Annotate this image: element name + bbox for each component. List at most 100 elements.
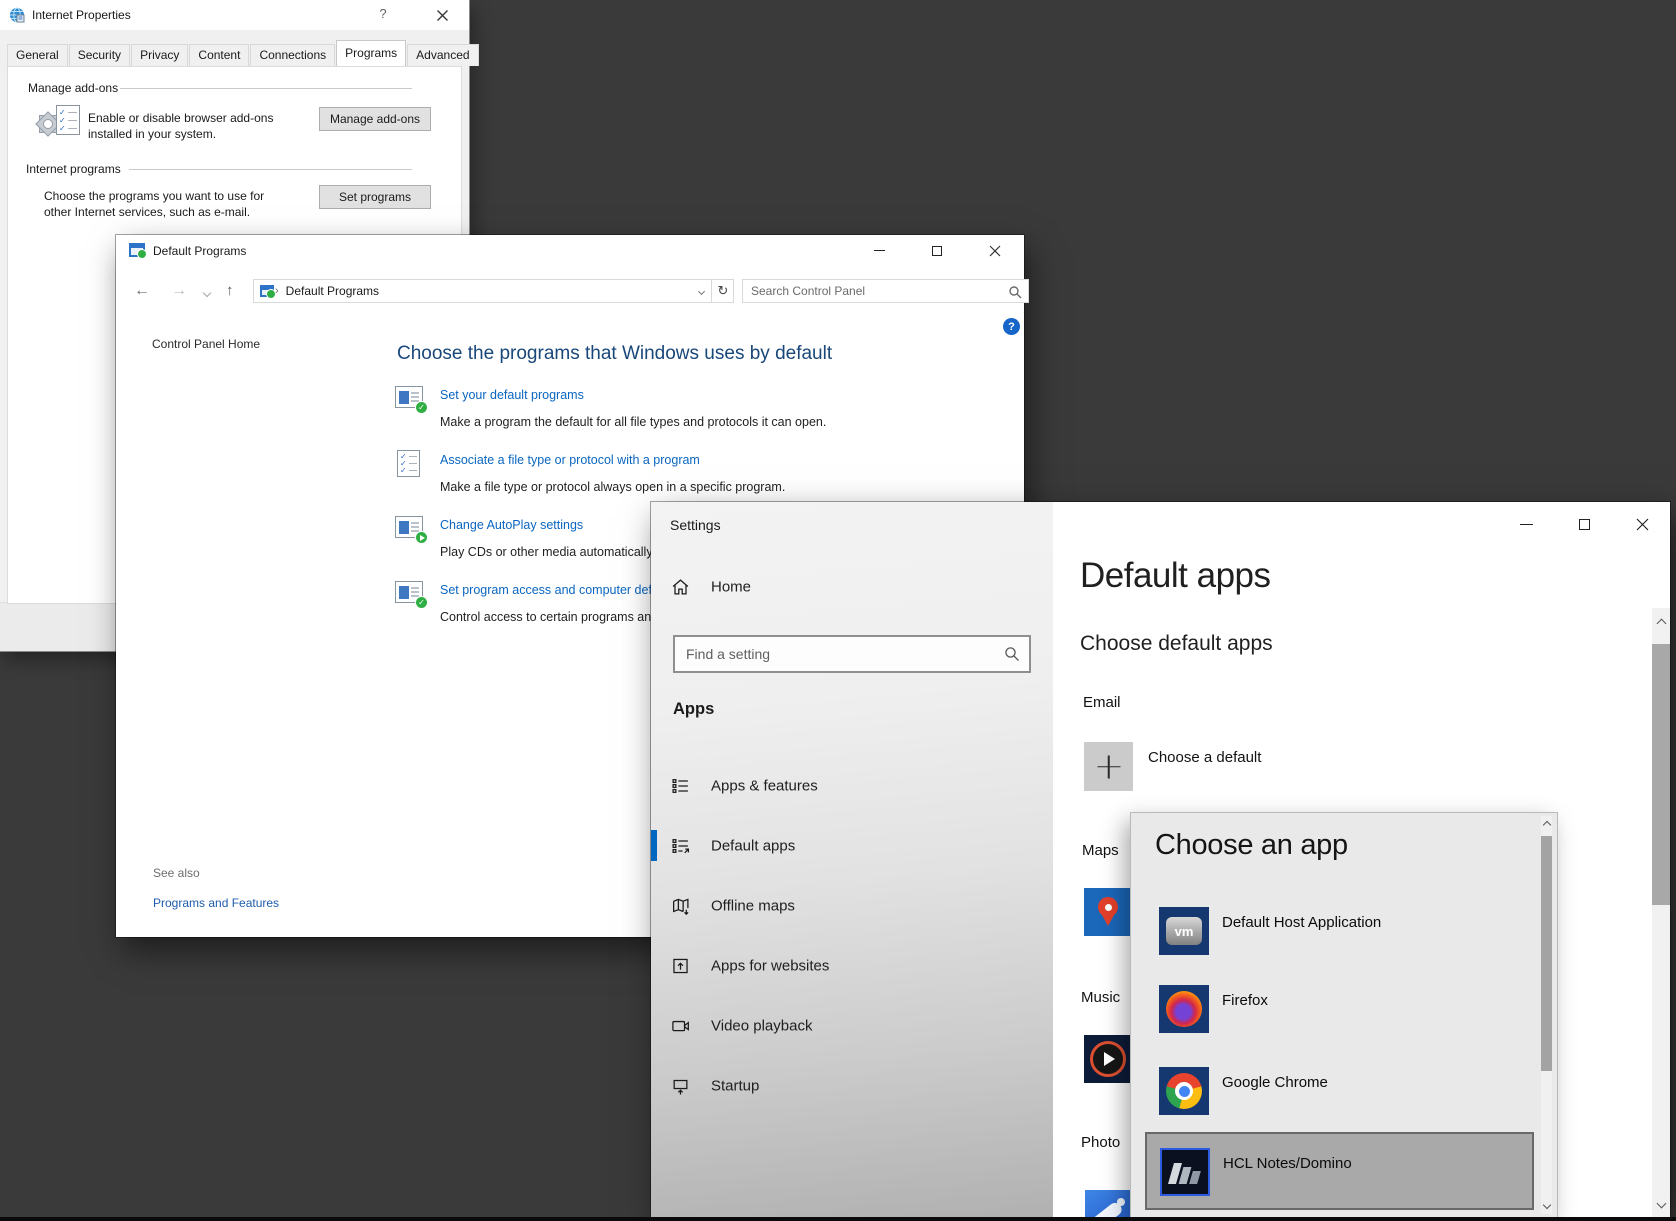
app-option-hcl-notes[interactable]: HCL Notes/Domino [1223, 1155, 1352, 1172]
associate-filetype-desc: Make a file type or protocol always open… [440, 480, 785, 494]
sidebar-item-label: Home [711, 579, 751, 596]
scroll-up-icon[interactable] [1541, 822, 1552, 828]
settings-maximize-button[interactable] [1555, 502, 1613, 546]
scroll-down-icon[interactable] [1541, 1202, 1552, 1208]
sidebar-item-label: Default apps [711, 838, 795, 855]
photos-app-tile[interactable] [1085, 1190, 1133, 1217]
choose-default-label: Choose a default [1148, 749, 1261, 766]
vm-badge: vm [1166, 917, 1202, 945]
sidebar-item-apps-features[interactable]: Apps & features [651, 766, 1053, 806]
ip-close-button[interactable] [424, 4, 460, 26]
group-divider [120, 88, 412, 89]
app-option-selected-row[interactable]: HCL Notes/Domino [1145, 1132, 1534, 1210]
dp-page-heading: Choose the programs that Windows uses by… [397, 343, 832, 365]
scrollbar-thumb[interactable] [1541, 836, 1552, 1071]
popup-scrollbar[interactable] [1541, 816, 1552, 1214]
page-subtitle: Choose default apps [1080, 632, 1273, 656]
history-chevron-icon[interactable] [204, 290, 210, 296]
app-option-google-chrome[interactable]: Google Chrome [1222, 1074, 1328, 1091]
desktop: Internet Properties ? General Security P… [0, 0, 1676, 1221]
settings-title: Settings [670, 517, 721, 533]
help-icon[interactable]: ? [1003, 318, 1020, 335]
sidebar-item-startup[interactable]: Startup [651, 1066, 1053, 1106]
associate-filetype-link[interactable]: Associate a file type or protocol with a… [440, 453, 700, 467]
tab-content[interactable]: Content [189, 44, 249, 66]
manage-addons-button[interactable]: Manage add-ons [319, 107, 431, 131]
set-default-programs-link[interactable]: Set your default programs [440, 388, 584, 402]
dp-title: Default Programs [153, 244, 246, 258]
home-icon [671, 578, 690, 597]
address-dropdown-icon[interactable] [691, 286, 711, 297]
tab-connections[interactable]: Connections [250, 44, 335, 66]
refresh-icon[interactable] [711, 279, 734, 303]
page-title: Default apps [1080, 556, 1271, 596]
default-host-application-icon[interactable]: vm [1159, 907, 1209, 955]
ip-help-button[interactable]: ? [368, 6, 398, 26]
manage-addons-description: Enable or disable browser add-ons instal… [88, 111, 313, 142]
tab-advanced[interactable]: Advanced [407, 44, 478, 66]
default-programs-icon [129, 243, 145, 257]
programs-and-features-link[interactable]: Programs and Features [153, 896, 279, 910]
control-panel-home-link[interactable]: Control Panel Home [152, 337, 260, 351]
tab-privacy[interactable]: Privacy [131, 44, 188, 66]
close-icon [437, 10, 448, 21]
find-setting-search [673, 635, 1031, 673]
sidebar-item-video-playback[interactable]: Video playback [651, 1006, 1053, 1046]
sidebar-item-offline-maps[interactable]: Offline maps [651, 886, 1053, 926]
choose-an-app-popup: Choose an app vm Default Host Applicatio… [1131, 813, 1557, 1217]
tab-general[interactable]: General [7, 44, 68, 66]
program-access-icon [395, 580, 425, 608]
cp-search [742, 279, 1029, 303]
startup-icon [671, 1077, 690, 1096]
autoplay-settings-link[interactable]: Change AutoPlay settings [440, 518, 583, 532]
default-apps-icon [671, 837, 690, 856]
forward-icon[interactable] [171, 282, 187, 300]
video-playback-icon [671, 1017, 690, 1036]
up-icon[interactable] [226, 282, 234, 299]
sidebar-item-label: Video playback [711, 1018, 812, 1035]
internet-programs-description: Choose the programs you want to use for … [44, 189, 276, 220]
maps-app-tile[interactable] [1084, 888, 1132, 936]
sidebar-item-home[interactable]: Home [651, 567, 1053, 607]
settings-scrollbar[interactable] [1652, 608, 1670, 1217]
scroll-down-icon[interactable] [1652, 1200, 1670, 1207]
search-icon [1008, 285, 1022, 299]
app-option-firefox[interactable]: Firefox [1222, 992, 1268, 1009]
offline-maps-icon [671, 897, 690, 916]
settings-minimize-button[interactable] [1497, 502, 1555, 546]
internet-properties-icon [9, 7, 25, 23]
cp-search-input[interactable] [743, 280, 1028, 302]
app-option-default-host[interactable]: Default Host Application [1222, 914, 1381, 931]
set-programs-button[interactable]: Set programs [319, 185, 431, 209]
taskbar-strip [0, 1217, 1676, 1221]
manage-addons-icon [34, 103, 82, 145]
address-bar[interactable]: › Default Programs [253, 279, 734, 303]
scroll-up-icon[interactable] [1652, 620, 1670, 627]
autoplay-settings-icon [395, 515, 425, 543]
tab-programs[interactable]: Programs [336, 40, 406, 66]
ip-titlebar[interactable]: Internet Properties ? [0, 0, 469, 30]
back-icon[interactable] [134, 282, 150, 300]
firefox-icon[interactable] [1159, 985, 1209, 1033]
music-app-tile[interactable] [1084, 1035, 1132, 1083]
autoplay-settings-desc: Play CDs or other media automatically [440, 545, 653, 559]
dp-maximize-button[interactable] [908, 235, 966, 266]
sidebar-item-default-apps[interactable]: Default apps [651, 826, 1053, 866]
choose-default-email-button[interactable] [1084, 742, 1133, 791]
settings-close-button[interactable] [1613, 502, 1670, 546]
sidebar-item-apps-for-websites[interactable]: Apps for websites [651, 946, 1053, 986]
sidebar-item-label: Offline maps [711, 898, 795, 915]
ip-title: Internet Properties [32, 8, 131, 22]
scrollbar-thumb[interactable] [1652, 644, 1670, 905]
address-icon [260, 285, 274, 297]
breadcrumb[interactable]: Default Programs [286, 284, 379, 298]
dp-close-button[interactable] [966, 235, 1024, 266]
google-chrome-icon[interactable] [1159, 1067, 1209, 1115]
find-setting-input[interactable] [675, 637, 1029, 671]
apps-for-websites-icon [671, 957, 690, 976]
tab-security[interactable]: Security [69, 44, 130, 66]
apps-features-icon [671, 777, 690, 796]
close-icon [1636, 518, 1649, 531]
dp-minimize-button[interactable] [850, 235, 908, 266]
program-access-link[interactable]: Set program access and computer defaults [440, 583, 678, 597]
